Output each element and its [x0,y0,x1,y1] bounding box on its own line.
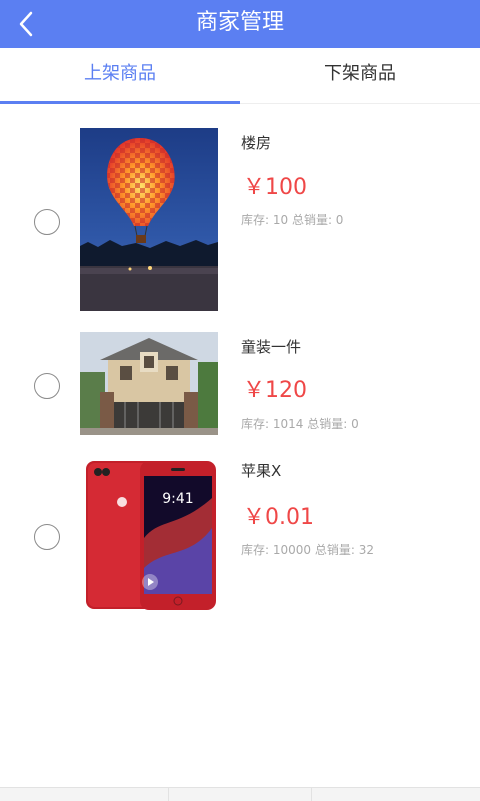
page-title: 商家管理 [195,10,284,35]
product-item: 童装一件 ￥120 库存: 1014 总销量: 0 [0,332,480,435]
hot-air-balloon-image [80,128,218,311]
phone-screen-time: 9:41 [162,491,193,507]
product-stock-sales: 库存: 10000 总销量: 32 [241,543,374,557]
active-tab-indicator [0,101,240,104]
tab-bar: 上架商品 下架商品 [0,48,480,104]
select-radio[interactable] [34,524,60,550]
product-item: 楼房 ￥100 库存: 10 总销量: 0 [0,128,480,311]
product-image[interactable] [80,332,218,435]
product-stock-sales: 库存: 1014 总销量: 0 [241,417,359,431]
bottom-action-segment[interactable] [0,788,169,801]
product-name: 童装一件 [241,338,302,356]
product-image[interactable]: 9:41 [80,458,218,610]
tab-listed-products[interactable]: 上架商品 [0,48,240,103]
product-image[interactable] [80,128,218,311]
bottom-action-segment[interactable] [169,788,312,801]
product-price: ￥0.01 [243,505,314,530]
product-stock-sales: 库存: 10 总销量: 0 [241,213,344,227]
product-name: 苹果X [241,462,282,480]
red-iphone-image: 9:41 [80,458,218,610]
tab-delisted-products[interactable]: 下架商品 [240,48,480,103]
app-header: 商家管理 [0,0,480,48]
product-price: ￥120 [243,378,307,403]
select-radio[interactable] [34,209,60,235]
villa-house-image [80,332,218,435]
select-radio[interactable] [34,373,60,399]
product-item: 9:41 苹果X ￥0.01 库存: 10000 总销量: 32 [0,458,480,610]
product-name: 楼房 [241,134,272,152]
bottom-action-bar [0,787,480,801]
product-price: ￥100 [243,175,307,200]
